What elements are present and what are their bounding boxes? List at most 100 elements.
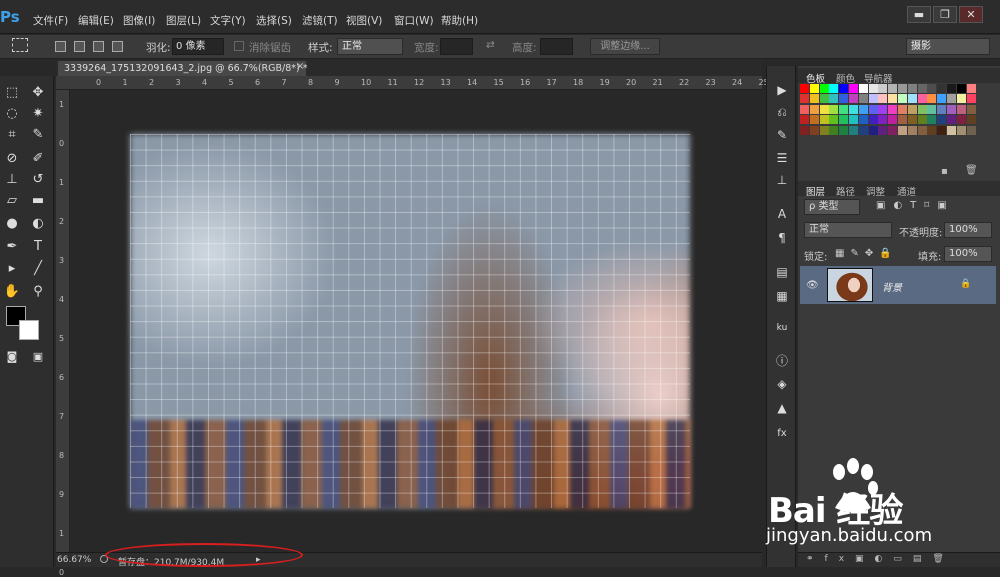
- menu-layer[interactable]: 图层(L): [166, 13, 201, 28]
- color-swatch[interactable]: [947, 104, 956, 114]
- play-icon[interactable]: ▶: [772, 82, 792, 98]
- lasso-icon[interactable]: ◌: [2, 105, 22, 123]
- color-swatch[interactable]: [907, 94, 917, 104]
- color-swatch[interactable]: [937, 84, 947, 93]
- color-swatch[interactable]: [937, 125, 947, 135]
- color-swatch[interactable]: [947, 125, 956, 135]
- intersect-selection-icon[interactable]: [112, 41, 123, 52]
- zoom-icon[interactable]: ⚲: [28, 283, 48, 301]
- color-swatch[interactable]: [849, 94, 858, 104]
- menu-view[interactable]: 视图(V): [346, 13, 382, 28]
- color-swatch[interactable]: [858, 115, 868, 125]
- color-swatch[interactable]: [917, 104, 927, 114]
- color-swatch[interactable]: [956, 94, 966, 104]
- color-swatch[interactable]: [849, 125, 858, 135]
- layer-comps-icon[interactable]: ◈: [772, 376, 792, 392]
- marquee-icon[interactable]: ⬚: [2, 84, 22, 102]
- color-swatch[interactable]: [868, 115, 878, 125]
- color-swatch[interactable]: [849, 104, 858, 114]
- color-swatch[interactable]: [839, 125, 849, 135]
- color-swatch[interactable]: [868, 84, 878, 93]
- color-swatch[interactable]: [907, 115, 917, 125]
- line-icon[interactable]: ╱: [28, 260, 48, 278]
- color-swatch[interactable]: [947, 115, 956, 125]
- tab-navigator[interactable]: 导航器: [864, 71, 893, 85]
- color-swatch[interactable]: [917, 84, 927, 93]
- height-input[interactable]: [540, 38, 573, 55]
- tab-color[interactable]: 颜色: [836, 71, 855, 85]
- color-swatch[interactable]: [878, 94, 888, 104]
- color-swatch[interactable]: [868, 104, 878, 114]
- color-swatch[interactable]: [819, 84, 829, 93]
- color-swatch[interactable]: [966, 104, 976, 114]
- color-swatch[interactable]: [888, 125, 898, 135]
- paragraph-icon[interactable]: ¶: [772, 230, 792, 246]
- menu-select[interactable]: 选择(S): [256, 13, 292, 28]
- blur-icon[interactable]: ●: [2, 215, 22, 233]
- color-swatch[interactable]: [800, 84, 809, 93]
- color-swatch[interactable]: [888, 84, 898, 93]
- feather-input[interactable]: 0 像素: [172, 38, 224, 55]
- maximize-button[interactable]: ❐: [933, 6, 957, 23]
- document-tab[interactable]: 3339264_175132091643_2.jpg @ 66.7%(RGB/8…: [58, 61, 307, 76]
- color-swatch[interactable]: [819, 115, 829, 125]
- color-swatch[interactable]: [898, 94, 907, 104]
- menu-image[interactable]: 图像(I): [123, 13, 155, 28]
- color-swatch[interactable]: [917, 115, 927, 125]
- kuler-icon[interactable]: ku: [772, 320, 792, 336]
- color-swatch[interactable]: [927, 115, 937, 125]
- color-swatch[interactable]: [829, 125, 839, 135]
- rect-marquee-preset-icon[interactable]: [12, 38, 28, 52]
- color-swatch[interactable]: [849, 84, 858, 93]
- color-swatch[interactable]: [829, 115, 839, 125]
- color-swatch[interactable]: [829, 84, 839, 93]
- color-swatch[interactable]: [858, 125, 868, 135]
- color-swatch[interactable]: [878, 115, 888, 125]
- color-swatch[interactable]: [907, 104, 917, 114]
- color-swatch[interactable]: [858, 84, 868, 93]
- color-swatch[interactable]: [927, 94, 937, 104]
- color-swatch[interactable]: [956, 125, 966, 135]
- tab-layers[interactable]: 图层: [806, 184, 825, 198]
- color-swatch[interactable]: [898, 115, 907, 125]
- new-swatch-icon[interactable]: ▪: [941, 166, 948, 177]
- tab-close-icon[interactable]: ×: [296, 61, 304, 72]
- color-swatch[interactable]: [927, 125, 937, 135]
- color-swatch[interactable]: [878, 104, 888, 114]
- zoom-level[interactable]: 66.67%: [57, 555, 91, 565]
- color-swatch[interactable]: [868, 125, 878, 135]
- color-swatch[interactable]: [829, 104, 839, 114]
- styles-fx-icon[interactable]: fx: [772, 426, 792, 442]
- color-swatch[interactable]: [966, 125, 976, 135]
- tab-paths[interactable]: 路径: [836, 184, 855, 198]
- refine-edge-button[interactable]: 调整边缘...: [590, 38, 660, 55]
- info-icon[interactable]: ⓘ: [772, 353, 792, 369]
- menu-window[interactable]: 窗口(W): [394, 13, 434, 28]
- color-swatch[interactable]: [819, 104, 829, 114]
- color-swatch[interactable]: [947, 94, 956, 104]
- visibility-eye-icon[interactable]: 👁: [806, 280, 819, 291]
- tab-channels[interactable]: 通道: [897, 184, 916, 198]
- quick-mask-icon[interactable]: ◙: [2, 348, 22, 366]
- document-icon[interactable]: ▦: [772, 288, 792, 304]
- color-swatch[interactable]: [927, 84, 937, 93]
- type-icon[interactable]: T: [28, 238, 48, 256]
- color-swatch[interactable]: [800, 115, 809, 125]
- swatch-grid[interactable]: [800, 84, 980, 157]
- opacity-input[interactable]: 100%: [944, 222, 992, 238]
- trash-icon[interactable]: 🗑: [965, 165, 978, 176]
- color-swatch[interactable]: [917, 125, 927, 135]
- color-swatch[interactable]: [907, 125, 917, 135]
- history-icon[interactable]: ⎌: [772, 104, 792, 120]
- antialias-checkbox[interactable]: [234, 41, 244, 51]
- layer-name[interactable]: 背景: [882, 279, 902, 294]
- color-swatch[interactable]: [819, 125, 829, 135]
- lock-icons[interactable]: ▦✎✥🔒: [835, 248, 898, 259]
- color-swatch[interactable]: [898, 125, 907, 135]
- clone-source-icon[interactable]: ⊥: [772, 172, 792, 188]
- brush-icon[interactable]: ✐: [28, 150, 48, 168]
- color-swatch[interactable]: [966, 94, 976, 104]
- color-swatch[interactable]: [956, 115, 966, 125]
- dodge-icon[interactable]: ◐: [28, 215, 48, 233]
- menu-filter[interactable]: 滤镜(T): [302, 13, 338, 28]
